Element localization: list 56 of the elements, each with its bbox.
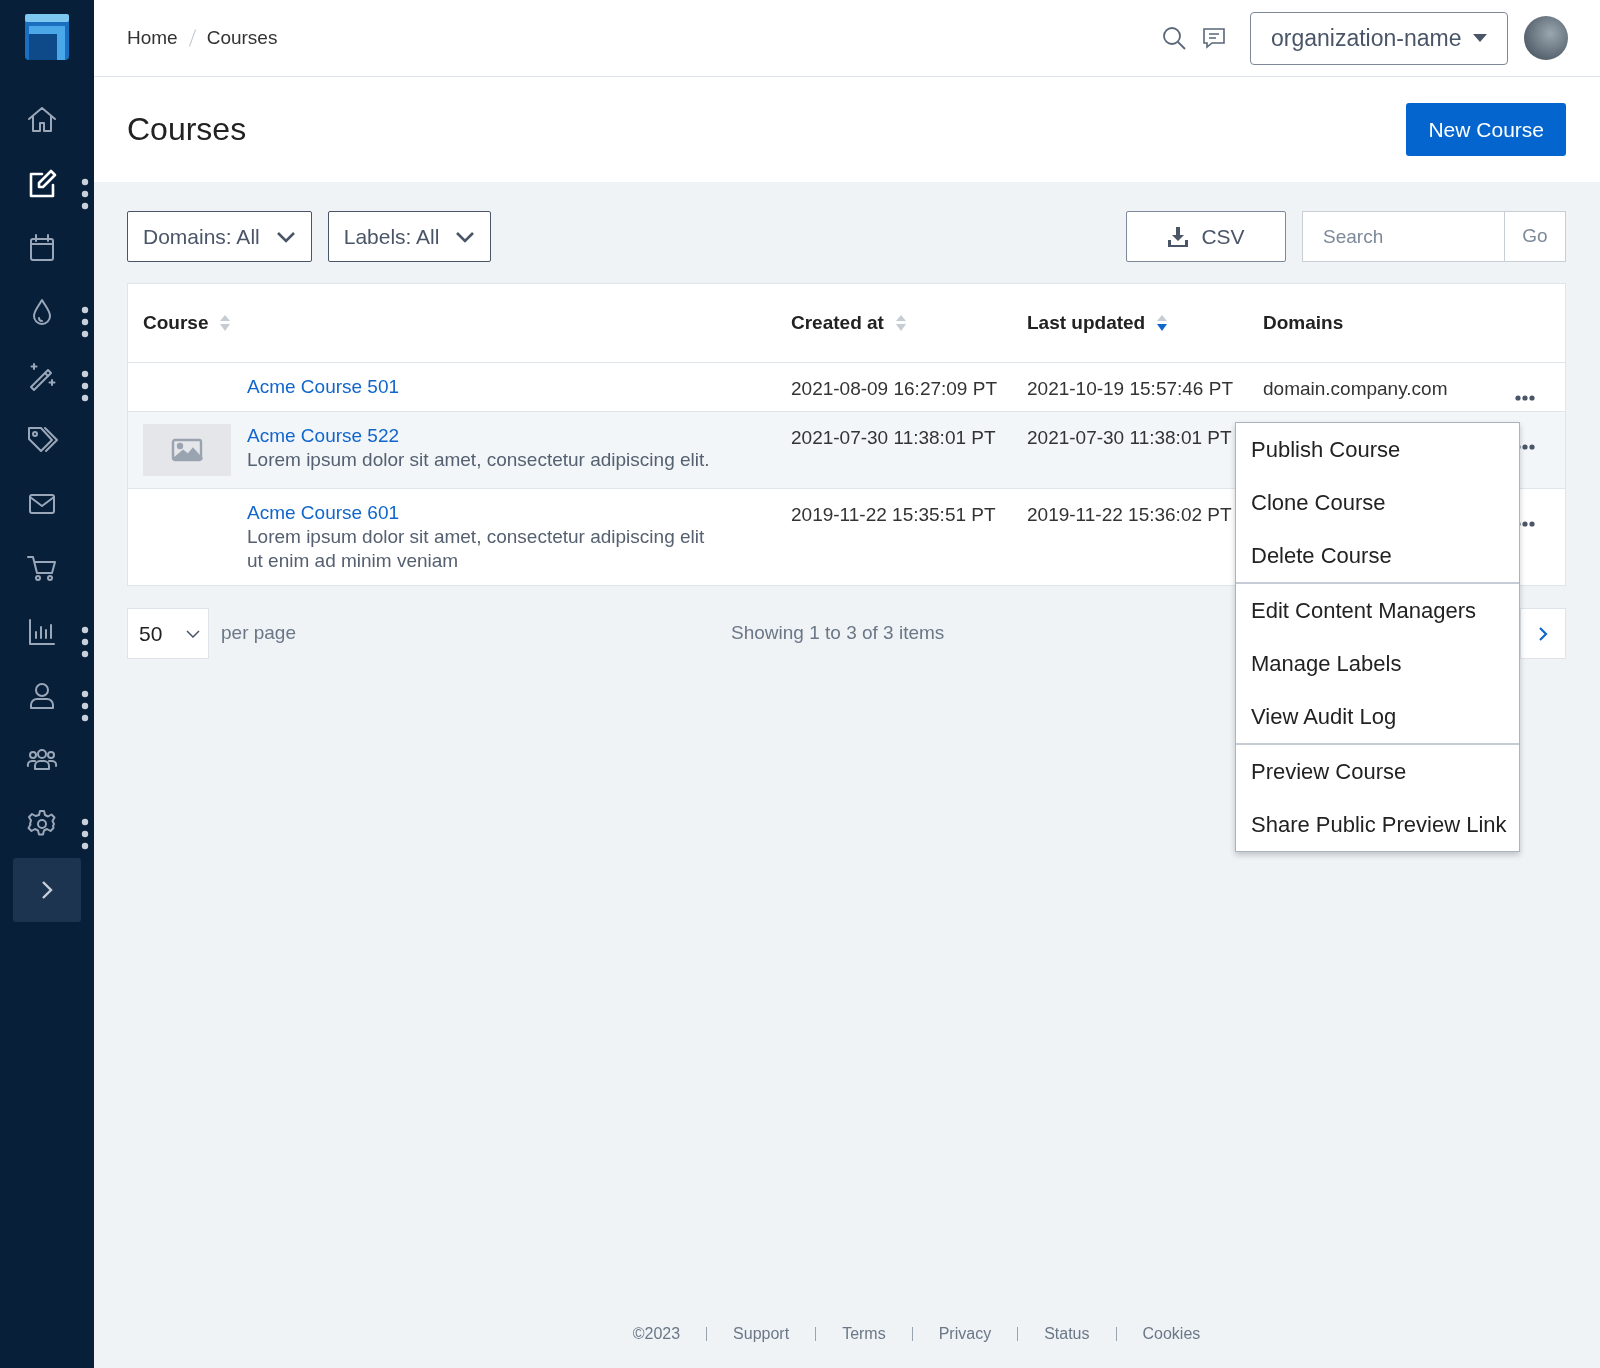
table-cell-text: 2021-10-19 15:57:46 PT [1026, 377, 1234, 401]
table-cell-text: 2019-11-22 15:35:51 PT [790, 503, 997, 527]
column-header: Domains [1263, 310, 1344, 335]
menu-item[interactable]: Manage Labels [1236, 637, 1519, 690]
logo-icon[interactable] [25, 14, 69, 60]
copyright-text: ©2023 [631, 1327, 682, 1341]
course-title-link[interactable]: Acme Course 501 [247, 375, 400, 399]
download-icon [1167, 225, 1190, 248]
menu-item[interactable]: View Audit Log [1236, 690, 1519, 743]
menu-item[interactable]: Publish Course [1236, 423, 1519, 476]
table-cell-text: domain.company.com [1262, 377, 1449, 401]
sort-icon[interactable] [1157, 315, 1168, 331]
filter-dropdown[interactable]: Labels: All [327, 211, 492, 262]
chevron-down-icon [455, 230, 476, 243]
per-page-select[interactable]: 50 [127, 608, 209, 659]
course-title-link[interactable]: Acme Course 522 [247, 424, 710, 448]
avatar[interactable] [1524, 16, 1568, 60]
column-header: Created at [791, 310, 884, 335]
search-field[interactable]: Search [1302, 211, 1504, 262]
table-cell-text: 2021-07-30 11:38:01 PT [1026, 426, 1233, 450]
footer-link[interactable]: Status [1017, 1327, 1116, 1341]
csv-button[interactable]: CSV [1126, 211, 1286, 262]
menu-item[interactable]: Share Public Preview Link [1236, 798, 1519, 851]
go-button[interactable]: Go [1504, 211, 1566, 262]
caret-icon [1473, 34, 1487, 42]
course-description: Lorem ipsum dolor sit amet, consectetur adipiscing elit. [247, 448, 710, 472]
column-header: Last updated [1027, 310, 1146, 335]
menu-item[interactable]: Delete Course [1236, 529, 1519, 582]
menu-item[interactable]: Edit Content Managers [1236, 584, 1519, 637]
search-icon[interactable] [1162, 26, 1186, 50]
footer-link[interactable]: Privacy [911, 1327, 1018, 1341]
bar-chart-icon[interactable] [26, 616, 58, 648]
filter-dropdown[interactable]: Domains: All [127, 211, 312, 262]
chevron-right-icon [1538, 625, 1548, 642]
footer-link[interactable]: Cookies [1115, 1327, 1227, 1341]
footer-link[interactable]: Terms [815, 1327, 912, 1341]
course-description: Lorem ipsum dolor sit amet, consectetur adipiscing elit ut enim ad minim veniam [247, 525, 706, 573]
table-cell-text: 2019-11-22 15:36:02 PT [1026, 503, 1233, 527]
breadcrumb-current: Courses [206, 25, 278, 50]
page-title: Courses [127, 110, 247, 149]
per-page-label: per page [221, 621, 296, 646]
table-cell-text: 2021-08-09 16:27:09 PT [790, 377, 998, 401]
chevron-right-icon [41, 880, 53, 900]
chevron-down-icon [275, 230, 296, 243]
column-header: Course [143, 310, 209, 335]
table-cell-text: 2021-07-30 11:38:01 PT [790, 426, 997, 450]
chevron-down-icon [186, 629, 200, 638]
new-course-button[interactable]: New Course [1406, 103, 1566, 156]
menu-item[interactable]: Preview Course [1236, 745, 1519, 798]
course-title-link[interactable]: Acme Course 601 [247, 501, 723, 525]
pagination-summary: Showing 1 to 3 of 3 items [731, 621, 945, 646]
footer-link[interactable]: Support [706, 1327, 816, 1341]
more-icon[interactable] [1515, 394, 1535, 401]
chat-icon[interactable] [1202, 26, 1226, 50]
breadcrumb-link[interactable]: Home [127, 23, 178, 53]
organization-dropdown[interactable]: organization-name [1250, 11, 1508, 65]
